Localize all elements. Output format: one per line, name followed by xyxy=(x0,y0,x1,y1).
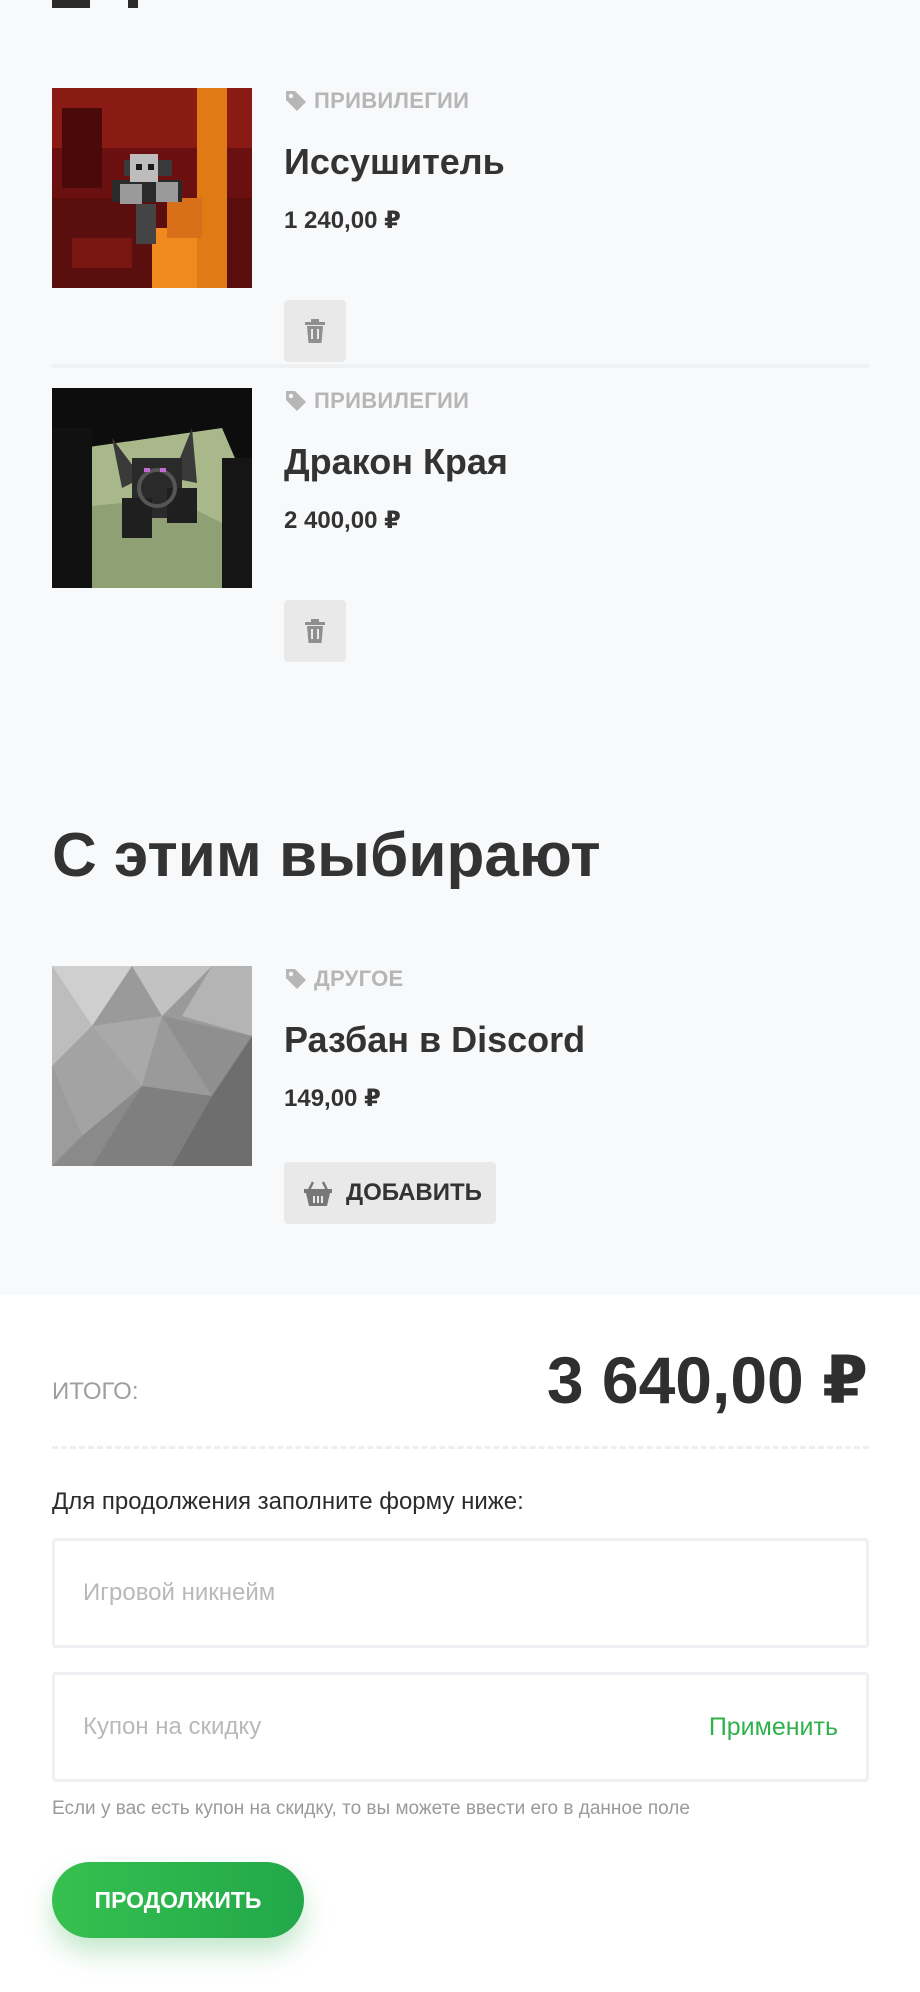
product-name[interactable]: Дракон Края xyxy=(284,440,864,484)
product-name[interactable]: Иссушитель xyxy=(284,140,864,184)
add-to-cart-button[interactable]: ДОБАВИТЬ xyxy=(284,1162,496,1224)
product-image-wither[interactable] xyxy=(52,88,252,288)
coupon-input[interactable] xyxy=(83,1675,703,1779)
cart-heading-remnant xyxy=(52,0,90,8)
product-name[interactable]: Разбан в Discord xyxy=(284,1018,864,1062)
tag-icon xyxy=(286,91,306,111)
summary-divider xyxy=(52,1446,869,1449)
product-category: ДРУГОЕ xyxy=(284,966,864,992)
nickname-input[interactable] xyxy=(83,1541,703,1645)
tag-icon xyxy=(286,391,306,411)
product-image-discord-unban[interactable] xyxy=(52,966,252,1166)
form-hint: Для продолжения заполните форму ниже: xyxy=(52,1488,524,1515)
apply-coupon-link[interactable]: Применить xyxy=(709,1713,838,1742)
cart-heading-remnant xyxy=(128,0,138,8)
add-to-cart-label: ДОБАВИТЬ xyxy=(346,1179,482,1206)
remove-item-button[interactable] xyxy=(284,300,346,362)
total-label: ИТОГО: xyxy=(52,1378,139,1405)
product-category: ПРИВИЛЕГИИ xyxy=(284,88,864,114)
basket-icon xyxy=(304,1181,332,1206)
remove-item-button[interactable] xyxy=(284,600,346,662)
item-divider xyxy=(52,364,869,368)
coupon-note: Если у вас есть купон на скидку, то вы м… xyxy=(52,1798,690,1819)
recommended-item: ДРУГОЕ Разбан в Discord 149,00 ₽ ДОБАВИТ… xyxy=(52,966,869,1246)
total-value: 3 640,00 ₽ xyxy=(546,1343,868,1417)
nickname-field xyxy=(52,1538,869,1648)
cart-section: ПРИВИЛЕГИИ Иссушитель 1 240,00 ₽ ПРИВИЛЕ… xyxy=(0,0,920,1295)
cart-item: ПРИВИЛЕГИИ Дракон Края 2 400,00 ₽ xyxy=(52,388,869,668)
product-info: ДРУГОЕ Разбан в Discord 149,00 ₽ xyxy=(284,966,864,1114)
product-price: 2 400,00 ₽ xyxy=(284,507,401,534)
trash-icon xyxy=(305,319,325,343)
cart-item: ПРИВИЛЕГИИ Иссушитель 1 240,00 ₽ xyxy=(52,88,869,368)
coupon-field: Применить xyxy=(52,1672,869,1782)
product-category-label: ДРУГОЕ xyxy=(314,966,404,991)
product-image-ender-dragon[interactable] xyxy=(52,388,252,588)
recommendations-title: С этим выбирают xyxy=(52,821,601,890)
product-price: 1 240,00 ₽ xyxy=(284,207,401,234)
product-info: ПРИВИЛЕГИИ Дракон Края 2 400,00 ₽ xyxy=(284,388,864,536)
product-price: 149,00 ₽ xyxy=(284,1085,381,1112)
product-category-label: ПРИВИЛЕГИИ xyxy=(314,388,470,413)
continue-button[interactable]: ПРОДОЛЖИТЬ xyxy=(52,1862,304,1938)
tag-icon xyxy=(286,969,306,989)
product-category-label: ПРИВИЛЕГИИ xyxy=(314,88,470,113)
product-info: ПРИВИЛЕГИИ Иссушитель 1 240,00 ₽ xyxy=(284,88,864,236)
trash-icon xyxy=(305,619,325,643)
product-category: ПРИВИЛЕГИИ xyxy=(284,388,864,414)
